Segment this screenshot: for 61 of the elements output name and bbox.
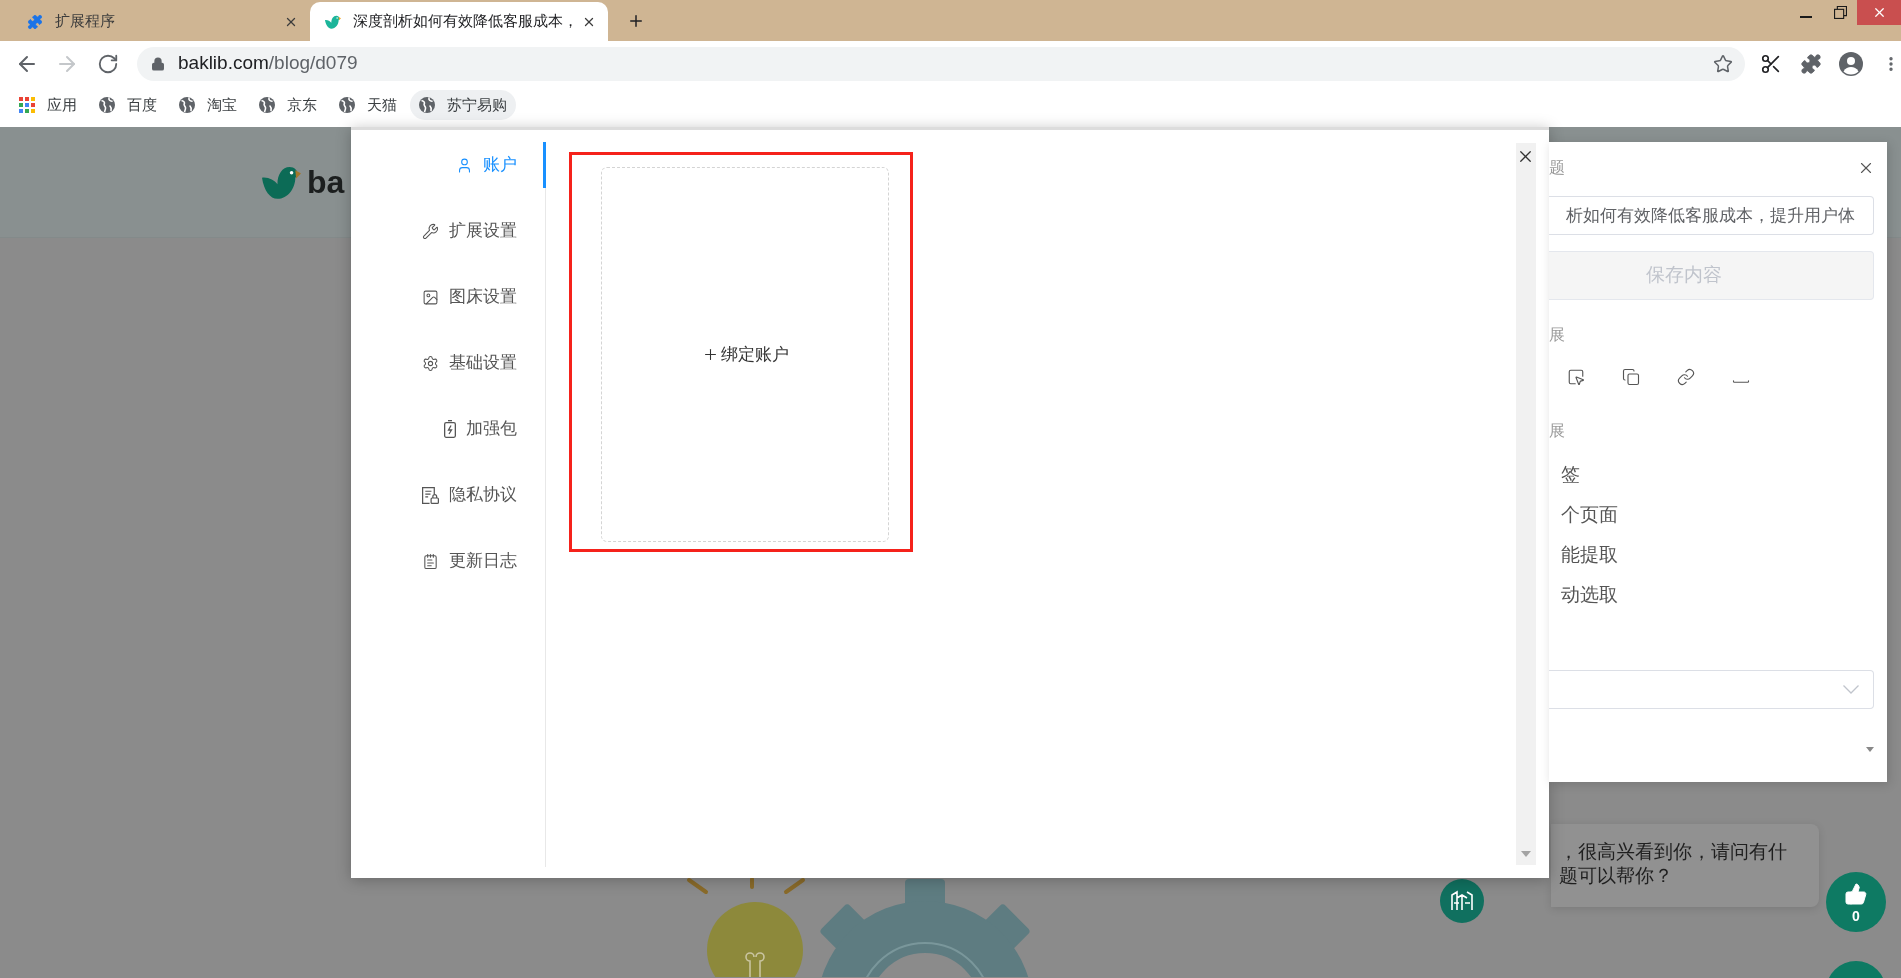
like-button[interactable]: 0	[1826, 872, 1886, 932]
field-label: 题	[1549, 160, 1565, 176]
bookmark-item[interactable]: 淘宝	[170, 90, 246, 120]
minimize-icon	[1800, 15, 1812, 18]
star-icon[interactable]	[1713, 53, 1733, 74]
bookmark-item[interactable]: 应用	[10, 90, 86, 120]
settings-menu-item[interactable]: 扩展设置	[351, 208, 546, 254]
battery-icon	[444, 420, 456, 438]
apps-grid-icon	[19, 97, 35, 113]
settings-menu-item[interactable]: 加强包	[351, 406, 546, 452]
puzzle-piece-icon	[27, 13, 43, 30]
restore-icon	[1834, 6, 1847, 19]
settings-menu-item[interactable]: 图床设置	[351, 274, 546, 320]
globe-icon	[339, 97, 355, 113]
chat-message-text: ，很高兴看到你，请问有什 题可以帮你？	[1559, 840, 1787, 888]
globe-icon	[179, 97, 195, 113]
url-text: baklib.com/blog/d079	[178, 51, 358, 76]
select-field[interactable]	[1549, 670, 1874, 709]
section-label: 展	[1549, 325, 1565, 345]
section-label: 展	[1549, 421, 1565, 441]
globe-icon	[259, 97, 275, 113]
puzzle-piece-icon[interactable]	[1800, 52, 1822, 75]
notepad-icon	[422, 552, 439, 570]
settings-menu-item[interactable]: 隐私协议	[351, 472, 546, 518]
settings-menu-item[interactable]: 基础设置	[351, 340, 546, 386]
parrot-icon	[325, 13, 341, 30]
bookmark-item[interactable]: 京东	[250, 90, 326, 120]
thumbs-up-icon	[1844, 881, 1868, 906]
bookmark-item[interactable]: 天猫	[330, 90, 406, 120]
copy-icon[interactable]	[1622, 368, 1640, 386]
bookmark-item[interactable]: 苏宁易购	[410, 90, 516, 120]
caret-icon[interactable]	[1866, 747, 1874, 752]
settings-icon	[422, 354, 439, 372]
reload-icon[interactable]	[97, 52, 119, 75]
title-input[interactable]: 析如何有效降低客服成本，提升用户体	[1549, 196, 1874, 235]
clip-mode-option[interactable]: 个页面	[1549, 495, 1618, 535]
lock-icon	[151, 56, 165, 71]
scrollbar[interactable]	[1516, 143, 1536, 865]
chevron-down-icon	[1843, 685, 1859, 694]
chat-avatar-icon[interactable]	[1440, 879, 1484, 923]
clip-mode-option[interactable]: 能提取	[1549, 535, 1618, 575]
document-lock-icon	[422, 486, 439, 504]
address-bar[interactable]: baklib.com/blog/d079	[137, 46, 1745, 81]
person-icon	[456, 156, 473, 174]
wrench-icon	[422, 222, 439, 240]
browser-tab[interactable]: 扩展程序	[12, 2, 310, 41]
logo-text: ba	[307, 166, 345, 198]
account-icon[interactable]	[1839, 51, 1863, 76]
cursor-select-icon[interactable]	[1567, 368, 1585, 386]
plus-icon[interactable]	[627, 12, 645, 30]
settings-menu-item[interactable]: 更新日志	[351, 538, 546, 584]
image-icon	[422, 288, 439, 306]
bind-account-button[interactable]: 绑定账户	[601, 167, 889, 542]
clip-mode-option[interactable]: 动选取	[1549, 575, 1618, 615]
clip-mode-option[interactable]: 签	[1549, 455, 1580, 495]
globe-icon	[99, 97, 115, 113]
bookmark-item[interactable]: 百度	[90, 90, 166, 120]
globe-icon	[419, 97, 435, 113]
scissors-icon[interactable]	[1760, 52, 1782, 75]
browser-tab[interactable]: 深度剖析如何有效降低客服成本，	[310, 2, 608, 41]
link-icon[interactable]	[1677, 368, 1695, 386]
